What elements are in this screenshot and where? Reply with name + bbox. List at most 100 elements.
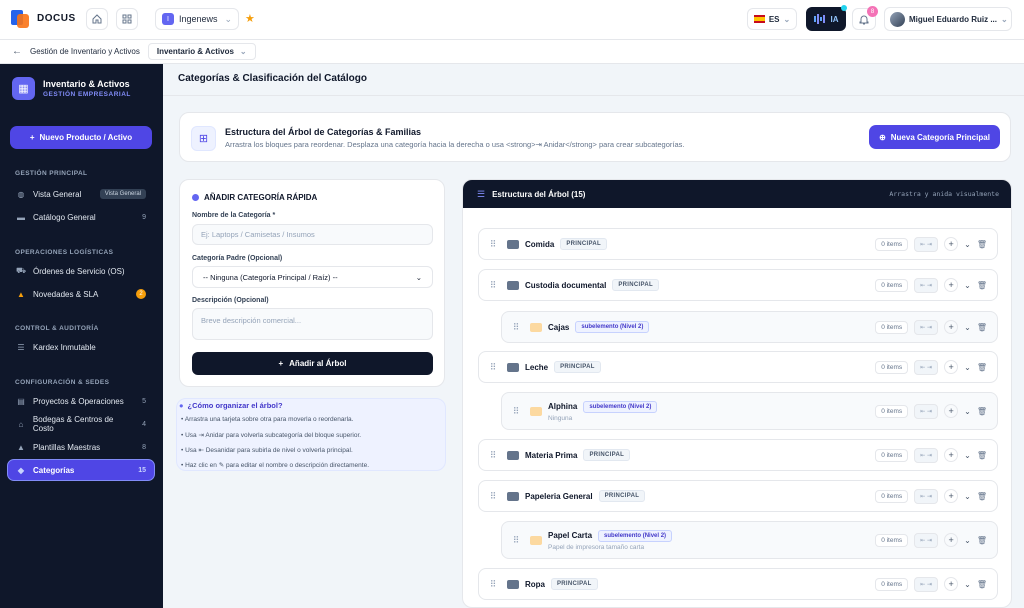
chevron-down-icon[interactable]: ⌄ xyxy=(964,492,971,501)
trash-icon[interactable]: 🗑 xyxy=(977,407,987,416)
tree-row-child[interactable]: ⠿ Cajas subelemento (Nivel 2) 0 items ⇤ … xyxy=(501,311,998,343)
sidebar-title: Inventario & Activos xyxy=(43,79,130,89)
chevron-down-icon[interactable]: ⌄ xyxy=(964,281,971,290)
apps-button[interactable] xyxy=(116,8,138,30)
trash-icon[interactable]: 🗑 xyxy=(977,363,987,372)
add-to-tree-label: Añadir al Árbol xyxy=(289,359,347,368)
chevron-down-icon[interactable]: ⌄ xyxy=(964,407,971,416)
sidebar-item-proyectos[interactable]: ▤ Proyectos & Operaciones 5 xyxy=(8,391,154,411)
add-subcategory-button[interactable]: + xyxy=(944,577,959,591)
tip-item: • Usa ⇥ Anidar para volverla subcategorí… xyxy=(181,432,362,439)
chevron-down-icon[interactable]: ⌄ xyxy=(964,323,971,332)
folder-icon xyxy=(507,362,519,372)
sidebar-item-plantillas[interactable]: ▲ Plantillas Maestras 8 xyxy=(8,437,154,457)
back-arrow-icon[interactable]: ← xyxy=(12,46,22,57)
row-actions: 0 items ⇤ ⇥ + ⌄ 🗑 xyxy=(875,488,987,504)
chevron-down-icon: ⌄ xyxy=(239,47,247,56)
add-subcategory-button[interactable]: + xyxy=(944,489,959,503)
row-actions: 0 items ⇤ ⇥ + ⌄ 🗑 xyxy=(875,403,987,419)
trash-icon[interactable]: 🗑 xyxy=(977,536,987,545)
drag-handle-icon[interactable]: ⠿ xyxy=(485,579,501,590)
tree-row-child[interactable]: ⠿ Alphina subelemento (Nivel 2) Ninguna … xyxy=(501,392,998,430)
trash-icon[interactable]: 🗑 xyxy=(977,240,987,249)
add-to-tree-button[interactable]: + Añadir al Árbol xyxy=(192,352,433,375)
sidebar-item-vista-general[interactable]: ◍ Vista General Vista General xyxy=(8,184,154,204)
sidebar-item-categorias[interactable]: ◆ Categorías 15 xyxy=(7,459,155,481)
tree-row[interactable]: ⠿ Materia Prima PRINCIPAL 0 items ⇤ ⇥ + … xyxy=(478,439,998,471)
chevron-down-icon[interactable]: ⌄ xyxy=(964,363,971,372)
tree-row[interactable]: ⠿ Leche PRINCIPAL 0 items ⇤ ⇥ + ⌄ 🗑 xyxy=(478,351,998,383)
category-name: Papeleria General xyxy=(525,491,593,501)
tree-row[interactable]: ⠿ Ropa PRINCIPAL 0 items ⇤ ⇥ + ⌄ 🗑 xyxy=(478,568,998,600)
nest-toggle[interactable]: ⇤ ⇥ xyxy=(914,236,939,252)
drag-handle-icon[interactable]: ⠿ xyxy=(508,406,524,417)
new-main-category-button[interactable]: ⊕ Nueva Categoría Principal xyxy=(869,125,1000,149)
nest-toggle[interactable]: ⇤ ⇥ xyxy=(914,447,939,463)
add-subcategory-button[interactable]: + xyxy=(944,360,959,374)
waveform-icon xyxy=(813,14,825,24)
tip-text: Haz clic en ✎ para editar el nombre o de… xyxy=(185,462,370,469)
sidebar-item-kardex[interactable]: ☰ Kardex Inmutable xyxy=(8,337,154,357)
trash-icon[interactable]: 🗑 xyxy=(977,281,987,290)
trash-icon[interactable]: 🗑 xyxy=(977,323,987,332)
category-name: Custodia documental xyxy=(525,280,607,290)
sidebar-item-ordenes[interactable]: ⛟ Órdenes de Servicio (OS) xyxy=(8,261,154,281)
tips-title: ● ¿Cómo organizar el árbol? xyxy=(179,401,283,410)
chevron-down-icon[interactable]: ⌄ xyxy=(964,580,971,589)
category-name-input[interactable]: Ej: Laptops / Camisetas / Insumos xyxy=(192,224,433,245)
category-text: Alphina subelemento (Nivel 2) Ninguna xyxy=(548,400,658,422)
drag-handle-icon[interactable]: ⠿ xyxy=(508,535,524,546)
tree-row[interactable]: ⠿ Comida PRINCIPAL 0 items ⇤ ⇥ + ⌄ 🗑 xyxy=(478,228,998,260)
top-bar: DOCUS I Ingenews ⌄ ★ ES ⌄ IA 8 Miguel Ed… xyxy=(0,0,1024,40)
add-subcategory-button[interactable]: + xyxy=(944,404,959,418)
category-name: Papel Carta xyxy=(548,531,593,540)
chevron-down-icon[interactable]: ⌄ xyxy=(964,451,971,460)
drag-handle-icon[interactable]: ⠿ xyxy=(485,239,501,250)
tree-row[interactable]: ⠿ Papeleria General PRINCIPAL 0 items ⇤ … xyxy=(478,480,998,512)
sidebar-item-novedades[interactable]: ▲ Novedades & SLA 2 xyxy=(8,284,154,304)
new-product-button[interactable]: + Nuevo Producto / Activo xyxy=(10,126,152,149)
add-subcategory-button[interactable]: + xyxy=(944,448,959,462)
nest-toggle[interactable]: ⇤ ⇥ xyxy=(914,359,939,375)
nest-toggle[interactable]: ⇤ ⇥ xyxy=(914,532,939,548)
home-button[interactable] xyxy=(86,8,108,30)
row-actions: 0 items ⇤ ⇥ + ⌄ 🗑 xyxy=(875,359,987,375)
nest-toggle[interactable]: ⇤ ⇥ xyxy=(914,277,939,293)
tree-hint: Arrastra y anida visualmente xyxy=(889,190,999,198)
drag-handle-icon[interactable]: ⠿ xyxy=(485,362,501,373)
form-title: AÑADIR CATEGORÍA RÁPIDA xyxy=(192,193,317,202)
nest-toggle[interactable]: ⇤ ⇥ xyxy=(914,319,939,335)
grid-icon xyxy=(122,14,132,24)
tree-row[interactable]: ⠿ Custodia documental PRINCIPAL 0 items … xyxy=(478,269,998,301)
trash-icon[interactable]: 🗑 xyxy=(977,580,987,589)
drag-handle-icon[interactable]: ⠿ xyxy=(485,491,501,502)
trash-icon[interactable]: 🗑 xyxy=(977,492,987,501)
drag-handle-icon[interactable]: ⠿ xyxy=(508,322,524,333)
add-subcategory-button[interactable]: + xyxy=(944,237,959,251)
trash-icon[interactable]: 🗑 xyxy=(977,451,987,460)
drag-handle-icon[interactable]: ⠿ xyxy=(485,280,501,291)
drag-handle-icon[interactable]: ⠿ xyxy=(485,450,501,461)
sidebar-item-catalogo[interactable]: ▬ Catálogo General 9 xyxy=(8,207,154,227)
star-icon[interactable]: ★ xyxy=(245,12,255,25)
nest-toggle[interactable]: ⇤ ⇥ xyxy=(914,576,939,592)
notification-count-badge: 8 xyxy=(867,6,878,17)
breadcrumb-parent[interactable]: Gestión de Inventario y Activos xyxy=(30,47,140,56)
description-textarea[interactable]: Breve descripción comercial... xyxy=(192,308,433,340)
add-subcategory-button[interactable]: + xyxy=(944,320,959,334)
sidebar-item-bodegas[interactable]: ⌂ Bodegas & Centros de Costo 4 xyxy=(8,414,154,434)
add-subcategory-button[interactable]: + xyxy=(944,533,959,547)
breadcrumb-module-selector[interactable]: Inventario & Activos ⌄ xyxy=(147,43,256,60)
nest-toggle[interactable]: ⇤ ⇥ xyxy=(914,488,939,504)
folder-icon xyxy=(530,406,542,416)
chevron-down-icon[interactable]: ⌄ xyxy=(964,536,971,545)
tree-row-child[interactable]: ⠿ Papel Carta subelemento (Nivel 2) Pape… xyxy=(501,521,998,559)
ia-button[interactable]: IA xyxy=(806,7,846,31)
org-selector[interactable]: I Ingenews ⌄ xyxy=(155,8,239,30)
chevron-down-icon[interactable]: ⌄ xyxy=(964,240,971,249)
add-subcategory-button[interactable]: + xyxy=(944,278,959,292)
language-selector[interactable]: ES ⌄ xyxy=(747,8,797,30)
nest-toggle[interactable]: ⇤ ⇥ xyxy=(914,403,939,419)
parent-category-select[interactable]: -- Ninguna (Categoría Principal / Raíz) … xyxy=(192,266,433,288)
user-menu[interactable]: Miguel Eduardo Ruiz ... ⌄ xyxy=(884,7,1012,31)
